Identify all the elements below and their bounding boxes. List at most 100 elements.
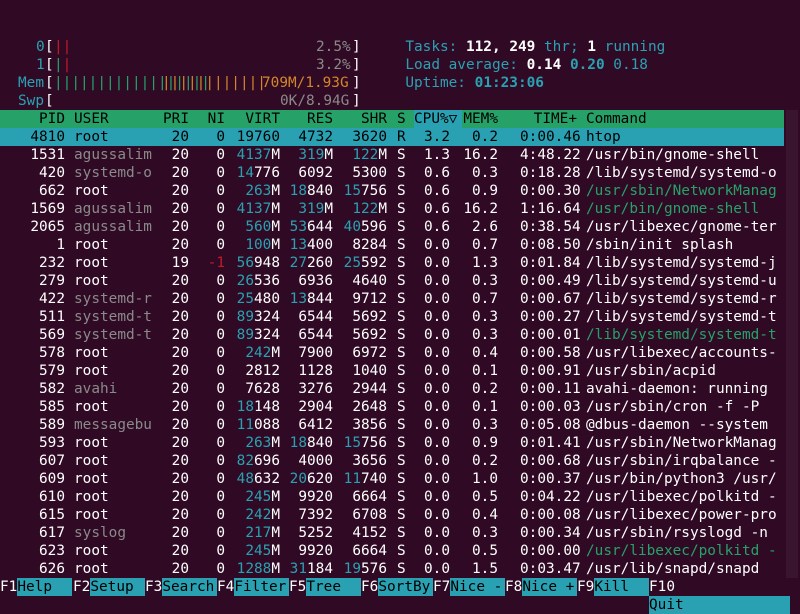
process-row[interactable]: 582 avahi 20 0 7628 3276 2944 S 0.0 0.2 0:00.11 ava… xyxy=(0,380,784,398)
process-pid: 626 xyxy=(39,561,65,577)
process-virt: 19760 xyxy=(236,129,280,145)
process-shr: 19576 xyxy=(343,561,387,577)
swp-meter: Swp[0K/8.94G] xyxy=(0,74,361,110)
process-row[interactable]: 610 root 20 0 245M 9920 6664 S 0.0 0.5 0:04.22/usr… xyxy=(0,488,784,506)
process-row[interactable]: 662 root 20 0 263M 18840 15756 S 0.6 0.9 0:00.30/u… xyxy=(0,182,784,200)
col-shr[interactable]: SHR xyxy=(337,110,387,128)
process-virt: 242M xyxy=(245,507,280,523)
col-res[interactable]: RES xyxy=(285,110,333,128)
process-row[interactable]: 422 systemd-r 20 0 25480 13844 9712 S 0.0 0.7 0:00… xyxy=(0,290,784,308)
col-mem[interactable]: MEM% xyxy=(462,110,498,128)
process-pid: 232 xyxy=(39,255,65,271)
process-row[interactable]: 593 root 20 0 263M 18840 15756 S 0.0 0.9 0:01.41/u… xyxy=(0,434,784,452)
fkey-key: F8 xyxy=(505,579,523,595)
process-s: S xyxy=(397,147,406,163)
process-virt: 217M xyxy=(245,525,280,541)
fkey-help[interactable]: F1Help xyxy=(0,578,73,596)
process-user: avahi xyxy=(74,381,118,397)
process-res: 7900 xyxy=(298,345,333,361)
process-s: S xyxy=(397,399,406,415)
process-row[interactable]: 617 syslog 20 0 217M 5252 4152 S 0.0 0.3 0:00.34/u… xyxy=(0,524,784,542)
process-row[interactable]: 615 root 20 0 242M 7392 6708 S 0.0 0.4 0:00.08/usr… xyxy=(0,506,784,524)
process-cpu: 0.0 xyxy=(424,363,450,379)
process-cpu: 0.0 xyxy=(424,435,450,451)
col-cpu-sorted[interactable]: CPU%▽ xyxy=(414,110,462,128)
col-pri[interactable]: PRI xyxy=(150,110,189,128)
process-row[interactable]: 579 root 20 0 2812 1128 1040 S 0.0 0.1 0:00.91/usr… xyxy=(0,362,784,380)
process-time: 1:16.64 xyxy=(520,201,581,217)
process-row[interactable]: 609 root 20 0 48632 20620 11740 S 0.0 1.0 0:00.37 /… xyxy=(0,470,784,488)
col-ni[interactable]: NI xyxy=(195,110,225,128)
cpu0-bracket-open: [ xyxy=(45,39,54,55)
process-s: S xyxy=(397,165,406,181)
process-s: S xyxy=(397,291,406,307)
fkey-sortby[interactable]: F6SortBy xyxy=(361,578,434,596)
process-shr: 3620 xyxy=(352,129,387,145)
fkey-setup[interactable]: F2Setup xyxy=(73,578,146,596)
col-virt[interactable]: VIRT xyxy=(232,110,280,128)
process-pid: 279 xyxy=(39,273,65,289)
process-row[interactable]: 2065 agussalim 20 0 560M 53644 40596 S 0.6 2.6 0:3… xyxy=(0,218,784,236)
process-cpu: 3.2 xyxy=(424,129,450,145)
fkey-tree[interactable]: F5Tree xyxy=(289,578,362,596)
process-pri: 20 xyxy=(171,363,189,379)
col-user[interactable]: USER xyxy=(74,110,109,128)
process-time: 0:00.27 xyxy=(520,309,581,325)
fkey-search[interactable]: F3Search xyxy=(145,578,218,596)
process-row[interactable]: 4810 root 20 0 19760 4732 3620 R 3.2 0.2 0:00.46 ht… xyxy=(0,128,784,146)
process-row[interactable]: 1569 agussalim 20 0 4137M 319M 122M S 0.6 16.2 1:1… xyxy=(0,200,784,218)
process-row[interactable]: 569 systemd-t 20 0 89324 6544 5692 S 0.0 0.3 0:00.… xyxy=(0,326,784,344)
process-shr: 40596 xyxy=(343,219,387,235)
process-row[interactable]: 626 root 20 0 1288M 31184 19576 S 0.0 1.5 0:03.47 /… xyxy=(0,560,784,578)
swp-value: 0K/8.94G xyxy=(280,93,350,109)
uptime-label: Uptime: xyxy=(405,75,466,91)
fkey-quit[interactable]: F10Quit xyxy=(649,578,800,614)
process-virt: 245M xyxy=(245,489,280,505)
cpu1-bar: || xyxy=(54,57,72,73)
process-row[interactable]: 420 systemd-o 20 0 14776 6092 5300 S 0.6 0.3 0:18.… xyxy=(0,164,784,182)
process-user: systemd-t xyxy=(74,309,152,325)
process-virt: 4137M xyxy=(236,147,280,163)
col-pid[interactable]: PID xyxy=(0,110,65,128)
process-user: root xyxy=(74,435,109,451)
fkey-key: F5 xyxy=(289,579,307,595)
fkey-key: F7 xyxy=(433,579,451,595)
process-row[interactable]: 1531 agussalim 20 0 4137M 319M 122M S 1.3 16.2 4:4… xyxy=(0,146,784,164)
process-pid: 2065 xyxy=(30,219,65,235)
process-cpu: 0.0 xyxy=(424,399,450,415)
process-row[interactable]: 511 systemd-t 20 0 89324 6544 5692 S 0.0 0.3 0:00.… xyxy=(0,308,784,326)
process-ni: 0 xyxy=(216,273,225,289)
process-shr: 3656 xyxy=(352,453,387,469)
process-pri: 20 xyxy=(171,399,189,415)
process-cmd: /usr/libexec/accounts- xyxy=(586,345,777,361)
mem-label: Mem xyxy=(18,75,44,91)
process-ni: 0 xyxy=(216,237,225,253)
process-row[interactable]: 623 root 20 0 245M 9920 6664 S 0.0 0.5 0:00.00/usr… xyxy=(0,542,784,560)
fkey-kill[interactable]: F9Kill xyxy=(577,578,650,596)
process-row[interactable]: 1 root 20 0 100M 13400 8284 S 0.0 0.7 0:08.50/sbin… xyxy=(0,236,784,254)
process-s: S xyxy=(397,309,406,325)
col-time[interactable]: TIME+ xyxy=(520,110,577,128)
process-user: root xyxy=(74,363,109,379)
process-res: 6544 xyxy=(298,309,333,325)
process-ni: 0 xyxy=(216,309,225,325)
process-pri: 20 xyxy=(171,327,189,343)
process-cmd: /lib/systemd/systemd-u xyxy=(586,273,777,289)
fkey-nice[interactable]: F7Nice - xyxy=(433,578,506,596)
fkey-filter[interactable]: F4Filter xyxy=(217,578,290,596)
process-ni: 0 xyxy=(216,561,225,577)
process-row[interactable]: 578 root 20 0 242M 7900 6972 S 0.0 0.4 0:00.58/usr… xyxy=(0,344,784,362)
col-command[interactable]: Command xyxy=(586,110,647,128)
process-res: 1128 xyxy=(298,363,333,379)
process-row[interactable]: 585 root 20 0 18148 2904 2648 S 0.0 0.1 0:00.03/us… xyxy=(0,398,784,416)
process-pid: 589 xyxy=(39,417,65,433)
col-state[interactable]: S xyxy=(397,110,406,128)
process-row[interactable]: 232 root 19 -1 56948 27260 25592 S 0.0 1.3 0:01.84… xyxy=(0,254,784,272)
fkey-label: Help xyxy=(17,578,73,596)
scrollbar[interactable] xyxy=(786,110,798,578)
cpu1-bracket-open: [ xyxy=(45,57,54,73)
process-row[interactable]: 279 root 20 0 26536 6936 4640 S 0.0 0.3 0:00.49/li… xyxy=(0,272,784,290)
process-row[interactable]: 589 messagebu 20 0 11088 6412 3856 S 0.0 0.3 0:05.… xyxy=(0,416,784,434)
fkey-nice[interactable]: F8Nice + xyxy=(505,578,578,596)
process-row[interactable]: 607 root 20 0 82696 4000 3656 S 0.0 0.2 0:00.68/us… xyxy=(0,452,784,470)
